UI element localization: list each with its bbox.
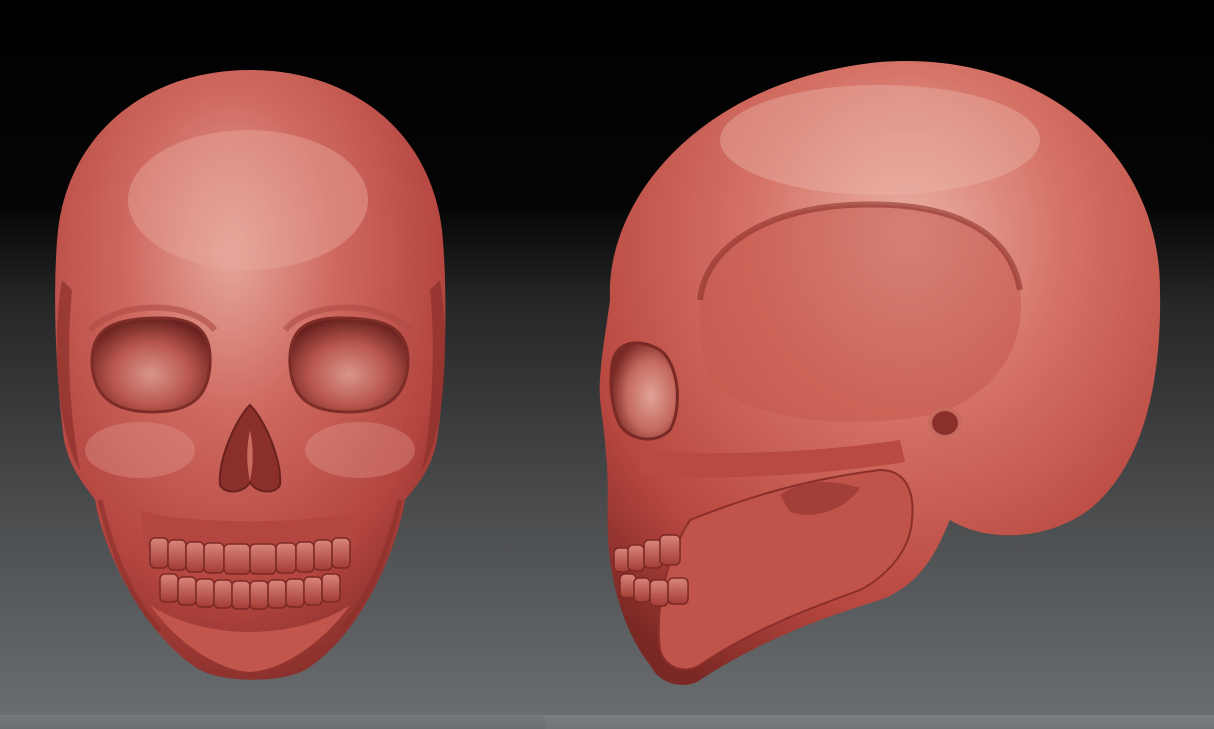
viewport-canvas [0,0,1214,729]
front-left-eye-socket [90,316,212,414]
side-ear-canal [928,407,962,439]
sculpt-viewport [0,0,1214,729]
side-eye-socket [609,341,679,441]
bottom-strip-right [545,715,1214,729]
front-forehead-highlight [128,130,368,270]
bottom-strip-left [0,715,545,729]
viewport-bottom-strip [0,715,1214,729]
front-right-eye-socket [288,316,410,414]
side-temporal-fossa [699,204,1022,422]
